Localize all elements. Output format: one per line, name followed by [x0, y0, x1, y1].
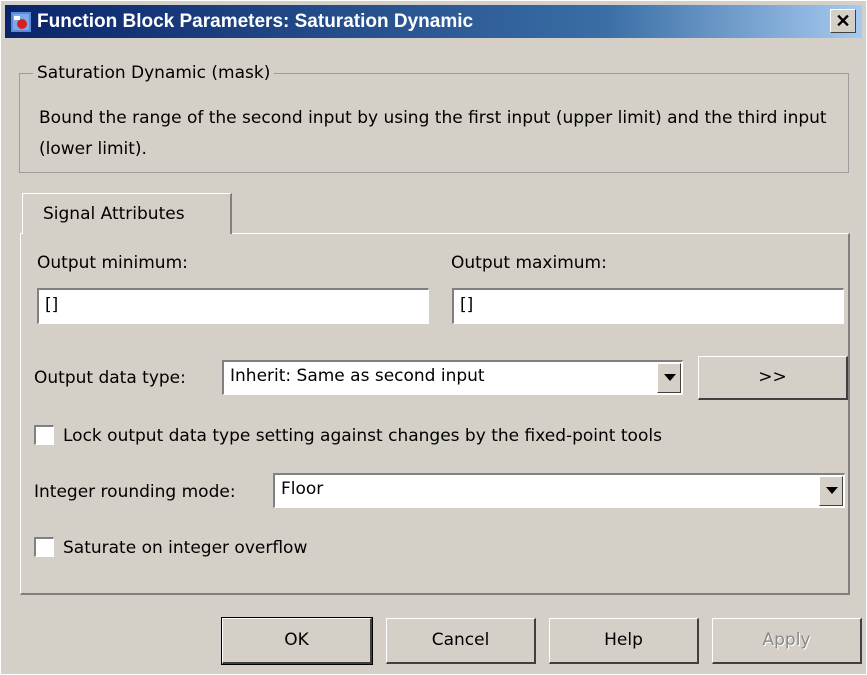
mask-description: Bound the range of the second input by u…: [39, 108, 827, 159]
chevron-down-icon[interactable]: [657, 363, 681, 393]
lock-output-checkbox[interactable]: [34, 425, 54, 445]
ok-button[interactable]: OK: [221, 617, 373, 665]
rounding-mode-value: Floor: [281, 479, 324, 499]
saturate-label: Saturate on integer overflow: [63, 538, 308, 558]
saturate-checkbox[interactable]: [34, 537, 54, 557]
output-data-type-value: Inherit: Same as second input: [230, 366, 485, 386]
rounding-mode-label: Integer rounding mode:: [34, 482, 236, 502]
mask-legend: Saturation Dynamic (mask): [33, 63, 275, 83]
output-data-type-select[interactable]: Inherit: Same as second input: [222, 360, 683, 395]
output-minimum-input[interactable]: []: [37, 288, 429, 324]
lock-output-label: Lock output data type setting against ch…: [63, 426, 662, 446]
chevron-down-icon[interactable]: [819, 476, 843, 506]
apply-button: Apply: [712, 618, 862, 664]
close-icon[interactable]: ✕: [830, 9, 856, 33]
output-maximum-label: Output maximum:: [451, 253, 607, 273]
tab-label: Signal Attributes: [43, 204, 185, 224]
help-button[interactable]: Help: [549, 618, 699, 664]
output-minimum-label: Output minimum:: [37, 253, 188, 273]
tab-signal-attributes[interactable]: Signal Attributes: [22, 193, 232, 234]
output-maximum-input[interactable]: []: [452, 288, 844, 324]
title-bar[interactable]: Function Block Parameters: Saturation Dy…: [5, 5, 862, 38]
simulink-block-icon: [11, 12, 31, 32]
dialog-window: Function Block Parameters: Saturation Dy…: [0, 0, 867, 675]
cancel-button[interactable]: Cancel: [386, 618, 536, 664]
rounding-mode-select[interactable]: Floor: [273, 473, 845, 508]
data-type-assistant-button[interactable]: >>: [698, 356, 848, 400]
window-title: Function Block Parameters: Saturation Dy…: [37, 11, 474, 32]
output-data-type-label: Output data type:: [34, 368, 186, 388]
